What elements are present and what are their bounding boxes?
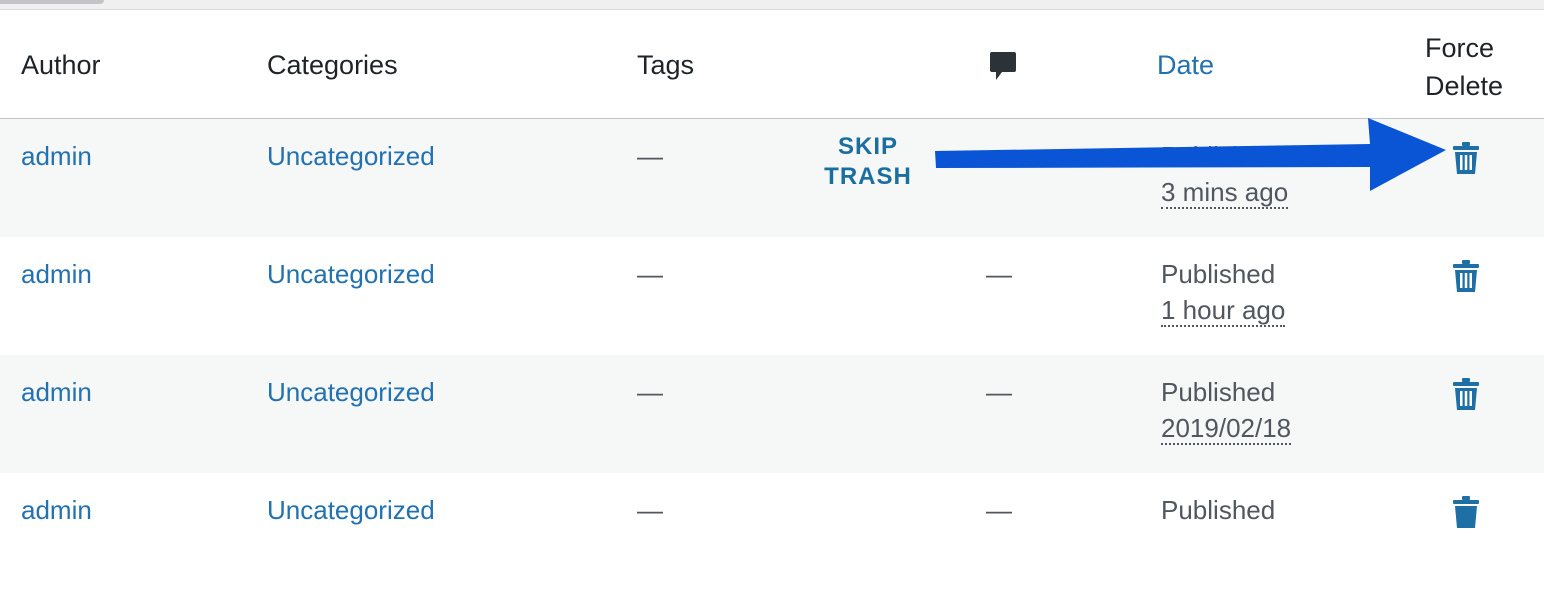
skip-trash-annotation: SKIP TRASH bbox=[820, 132, 916, 192]
comment-bubble-icon bbox=[990, 52, 1016, 80]
post-date-text: 1 hour ago bbox=[1161, 295, 1286, 327]
annotation-line1: SKIP bbox=[837, 133, 898, 160]
comments-cell: — bbox=[986, 377, 1012, 407]
table-row: admin Uncategorized — — Published 1 hour… bbox=[0, 237, 1544, 355]
post-status: Published bbox=[1161, 141, 1276, 171]
post-status: Published bbox=[1161, 377, 1276, 407]
column-header-force-delete: Force Delete bbox=[1425, 29, 1503, 105]
post-status: Published bbox=[1161, 259, 1276, 289]
post-date: 1 hour ago bbox=[1161, 295, 1286, 327]
table-row: admin Uncategorized — — Published 2019/0… bbox=[0, 355, 1544, 473]
trash-icon bbox=[1453, 142, 1479, 174]
force-delete-button[interactable] bbox=[1451, 495, 1481, 529]
author-link[interactable]: admin bbox=[21, 259, 92, 290]
table-row: admin Uncategorized — Published 3 mins a… bbox=[0, 119, 1544, 237]
author-link[interactable]: admin bbox=[21, 141, 92, 172]
tags-cell: — bbox=[637, 141, 663, 171]
post-date-text: 2019/02/18 bbox=[1161, 413, 1292, 445]
force-delete-line1: Force bbox=[1425, 33, 1495, 63]
trash-icon bbox=[1453, 260, 1479, 292]
top-toolbar-strip bbox=[0, 0, 1544, 10]
force-delete-button[interactable] bbox=[1451, 259, 1481, 293]
post-date: 3 mins ago bbox=[1161, 177, 1289, 209]
toolbar-tab-edge bbox=[0, 0, 104, 4]
column-header-author: Author bbox=[21, 50, 101, 80]
column-header-date[interactable]: Date bbox=[1157, 50, 1214, 81]
post-date: 2019/02/18 bbox=[1161, 413, 1292, 445]
category-link[interactable]: Uncategorized bbox=[267, 141, 435, 172]
column-header-tags: Tags bbox=[637, 50, 695, 80]
trash-icon bbox=[1453, 378, 1479, 410]
author-link[interactable]: admin bbox=[21, 377, 92, 408]
category-link[interactable]: Uncategorized bbox=[267, 377, 435, 408]
table-row: admin Uncategorized — — Published bbox=[0, 473, 1544, 591]
force-delete-button[interactable] bbox=[1451, 141, 1481, 175]
tags-cell: — bbox=[637, 259, 663, 289]
annotation-line2: TRASH bbox=[824, 163, 912, 190]
tags-cell: — bbox=[637, 377, 663, 407]
force-delete-button[interactable] bbox=[1451, 377, 1481, 411]
comments-cell: — bbox=[986, 259, 1012, 289]
force-delete-line2: Delete bbox=[1425, 71, 1504, 101]
category-link[interactable]: Uncategorized bbox=[267, 259, 435, 290]
trash-icon bbox=[1453, 496, 1479, 528]
column-header-categories: Categories bbox=[267, 50, 398, 80]
post-date-text: 3 mins ago bbox=[1161, 177, 1289, 209]
table-header: Author Categories Tags Date Force Delete bbox=[0, 10, 1544, 119]
column-header-comments[interactable] bbox=[988, 50, 1020, 84]
